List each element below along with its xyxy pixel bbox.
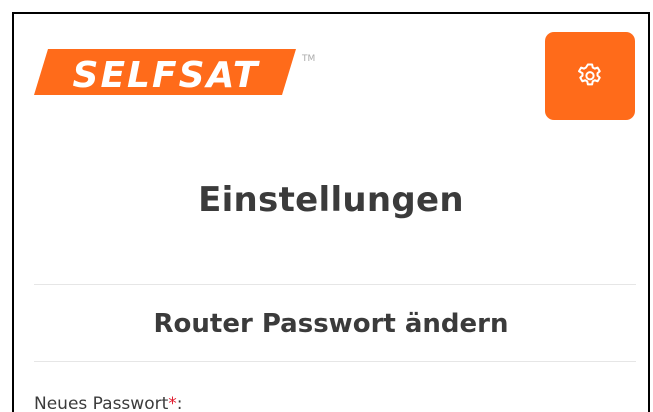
selfsat-logo: SELFSAT TM — [34, 49, 318, 101]
new-password-label: Neues Passwort*: — [34, 394, 182, 412]
new-password-label-text: Neues Passwort — [34, 394, 169, 412]
logo-trademark: TM — [301, 54, 315, 64]
label-suffix: : — [176, 394, 183, 412]
section-title: Router Passwort ändern — [153, 309, 509, 339]
settings-button[interactable] — [545, 32, 635, 120]
logo-text: SELFSAT — [73, 55, 260, 96]
divider — [34, 284, 636, 285]
gear-icon — [578, 63, 601, 86]
required-marker: * — [168, 394, 177, 412]
page-title: Einstellungen — [198, 180, 464, 220]
divider — [34, 361, 636, 362]
